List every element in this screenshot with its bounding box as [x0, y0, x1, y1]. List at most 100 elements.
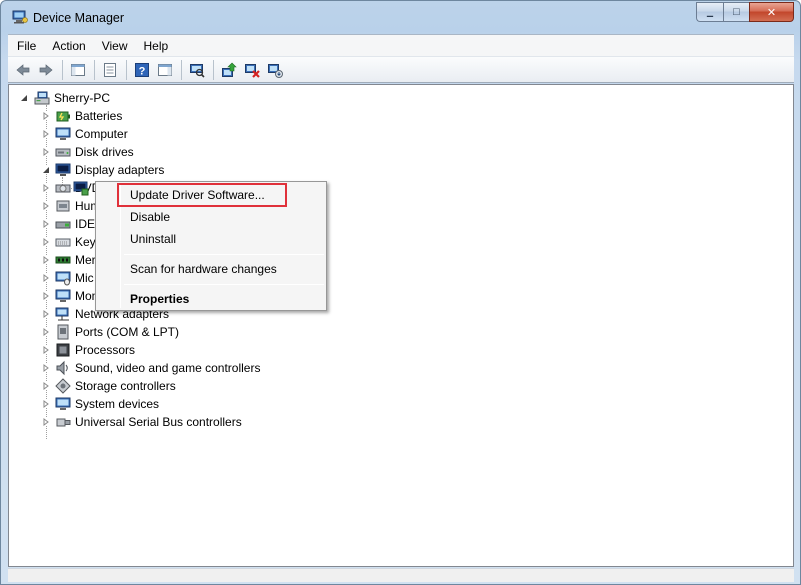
tree-category-item[interactable]: Batteries	[55, 107, 122, 125]
show-hide-console-tree-button[interactable]	[67, 59, 89, 81]
collapsed-arrow-icon	[43, 129, 49, 138]
menu-help[interactable]: Help	[137, 39, 176, 53]
tree-category-item[interactable]: Hum	[55, 197, 100, 215]
collapsed-arrow-icon	[43, 111, 49, 120]
memory-icon	[55, 256, 71, 264]
collapsed-arrow-icon	[43, 327, 49, 336]
category-expand-toggle[interactable]	[41, 219, 50, 228]
category-expand-toggle[interactable]	[41, 273, 50, 282]
context-menu-disable[interactable]: Disable	[130, 210, 170, 224]
tree-category-item[interactable]: Mer	[55, 251, 96, 269]
disable-device-button[interactable]	[241, 59, 263, 81]
collapsed-arrow-icon	[43, 147, 49, 156]
uninstall-device-button[interactable]	[264, 59, 286, 81]
display-adapter-device-item[interactable]	[73, 179, 93, 197]
forward-arrow-icon	[39, 63, 53, 76]
category-expand-toggle[interactable]	[41, 111, 50, 120]
category-expand-toggle[interactable]	[41, 417, 50, 426]
forward-button[interactable]	[35, 59, 57, 81]
tree-category-item[interactable]: Processors	[55, 341, 135, 359]
category-expand-toggle[interactable]	[41, 183, 50, 192]
category-expand-toggle[interactable]	[41, 165, 50, 174]
tree-category-item[interactable]: Computer	[55, 125, 128, 143]
collapsed-arrow-icon	[43, 417, 49, 426]
usb-icon	[56, 418, 71, 427]
tree-category-item[interactable]: IDE	[55, 215, 95, 233]
hid-icon	[56, 200, 70, 212]
maximize-button[interactable]: □	[723, 2, 749, 22]
toolbar-separator	[213, 59, 214, 80]
device-tree-pane[interactable]: Sherry-PC Batteries Computer Disk drives Di…	[8, 84, 794, 567]
properties-button[interactable]	[99, 59, 121, 81]
category-expand-toggle[interactable]	[41, 147, 50, 156]
category-expand-toggle[interactable]	[41, 345, 50, 354]
title-bar[interactable]: Device Manager ▁ □ ✕	[1, 1, 800, 33]
tree-category-item[interactable]: Key	[55, 233, 96, 251]
root-collapse-toggle[interactable]	[19, 93, 28, 102]
category-expand-toggle[interactable]	[41, 381, 50, 390]
collapsed-arrow-icon	[43, 363, 49, 372]
maximize-icon: □	[733, 6, 740, 18]
category-expand-toggle[interactable]	[41, 327, 50, 336]
toolbar-separator	[62, 59, 63, 80]
expanded-arrow-icon	[42, 166, 49, 173]
properties-icon	[104, 62, 116, 77]
tree-category-item[interactable]: Ports (COM & LPT)	[55, 323, 179, 341]
device-manager-app-icon	[12, 10, 28, 24]
menu-file[interactable]: File	[10, 39, 43, 53]
update-driver-button[interactable]	[218, 59, 240, 81]
category-expand-toggle[interactable]	[41, 363, 50, 372]
category-expand-toggle[interactable]	[41, 291, 50, 300]
tree-category-label: Batteries	[75, 109, 123, 123]
tree-category-item[interactable]: Display adapters	[55, 161, 164, 179]
context-menu-scan-hardware[interactable]: Scan for hardware changes	[130, 262, 277, 276]
port-icon	[57, 324, 69, 340]
category-expand-toggle[interactable]	[41, 237, 50, 246]
close-icon: ✕	[766, 6, 777, 19]
tree-category-label: Universal Serial Bus controllers	[75, 415, 242, 429]
ide-controller-icon	[55, 221, 71, 229]
display-adapter-icon	[55, 163, 71, 176]
disk-drive-icon	[55, 148, 71, 157]
tree-category-label: Sound, video and game controllers	[75, 361, 261, 375]
tree-category-label: System devices	[75, 397, 160, 411]
context-menu-update-driver-software[interactable]: Update Driver Software...	[130, 188, 265, 202]
window-title: Device Manager	[33, 11, 125, 25]
help-icon: ?	[135, 62, 149, 77]
tree-category-label: Computer	[75, 127, 128, 141]
status-bar	[8, 568, 794, 582]
category-expand-toggle[interactable]	[41, 255, 50, 264]
tree-category-item[interactable]: Storage controllers	[55, 377, 176, 395]
scan-hardware-button[interactable]	[186, 59, 208, 81]
category-expand-toggle[interactable]	[41, 201, 50, 210]
menu-view[interactable]: View	[95, 39, 135, 53]
tree-category-item[interactable]: Universal Serial Bus controllers	[55, 413, 242, 431]
mouse-icon	[55, 271, 71, 286]
help-button[interactable]: ?	[131, 59, 153, 81]
tree-category-item[interactable]: Mic	[55, 269, 94, 287]
menu-action[interactable]: Action	[45, 39, 92, 53]
monitor-icon	[55, 289, 71, 302]
tree-category-item[interactable]: System devices	[55, 395, 159, 413]
tree-category-label: Display adapters	[75, 163, 165, 177]
tree-root-label: Sherry-PC	[54, 91, 111, 105]
action-pane-button[interactable]	[154, 59, 176, 81]
tree-category-item[interactable]: Disk drives	[55, 143, 134, 161]
minimize-button[interactable]: ▁	[696, 2, 723, 22]
context-menu-uninstall[interactable]: Uninstall	[130, 232, 176, 246]
category-expand-toggle[interactable]	[41, 309, 50, 318]
category-expand-toggle[interactable]	[41, 129, 50, 138]
back-button[interactable]	[12, 59, 34, 81]
update-driver-software-icon	[222, 62, 237, 77]
category-expand-toggle[interactable]	[41, 399, 50, 408]
tree-category-item[interactable]: Sound, video and game controllers	[55, 359, 260, 377]
dvd-drive-icon	[55, 184, 71, 193]
collapsed-arrow-icon	[43, 219, 49, 228]
toolbar: ?	[8, 56, 794, 83]
processor-icon	[56, 343, 70, 357]
context-menu-separator	[124, 254, 324, 255]
device-manager-window: Device Manager ▁ □ ✕ File Action View He…	[0, 0, 801, 585]
network-adapter-icon	[55, 307, 69, 321]
context-menu-properties[interactable]: Properties	[130, 292, 189, 306]
close-button[interactable]: ✕	[749, 2, 794, 22]
